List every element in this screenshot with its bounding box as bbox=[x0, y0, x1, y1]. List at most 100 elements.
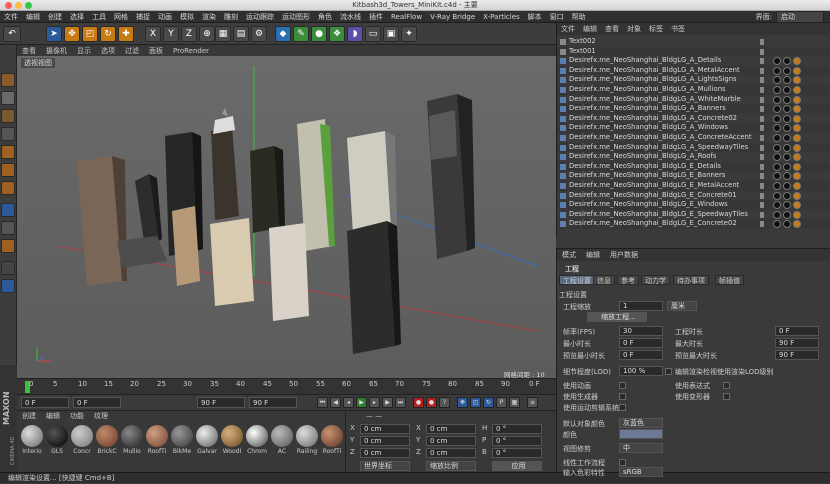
subdivision-surface-icon[interactable]: ● bbox=[311, 26, 327, 42]
object-row[interactable]: Desirefx.me_NeoShanghai_BldgLG_A_Concret… bbox=[557, 133, 830, 143]
material-swatch[interactable] bbox=[296, 425, 318, 447]
object-row[interactable]: Desirefx.me_NeoShanghai_BldgLG_A_LightsS… bbox=[557, 75, 830, 85]
visibility-dot[interactable] bbox=[760, 96, 764, 103]
objmgr-menu-file[interactable]: 文件 bbox=[557, 24, 579, 34]
project-scale-field[interactable]: 1 bbox=[619, 301, 663, 311]
material-tag-icon[interactable] bbox=[793, 114, 801, 123]
rotation-b-field[interactable]: 0 ° bbox=[492, 448, 542, 458]
linear-workflow-checkbox[interactable] bbox=[619, 459, 626, 466]
material-tag-icon[interactable] bbox=[783, 114, 791, 123]
use-generators-checkbox[interactable] bbox=[619, 393, 626, 400]
polygons-mode-icon[interactable] bbox=[1, 181, 15, 195]
texture-mode-icon[interactable] bbox=[1, 109, 15, 123]
material-tag-icon[interactable] bbox=[793, 191, 801, 200]
layout-dropdown[interactable]: 启动 bbox=[776, 10, 824, 23]
key-rotation-icon[interactable]: ↻ bbox=[483, 397, 494, 408]
recent-tool-icon[interactable]: ✚ bbox=[118, 26, 134, 42]
key-scale-icon[interactable]: ◰ bbox=[470, 397, 481, 408]
material-tag-icon[interactable] bbox=[783, 66, 791, 75]
visibility-dot[interactable] bbox=[760, 48, 764, 55]
material-tag-icon[interactable] bbox=[793, 153, 801, 162]
material-tag-icon[interactable] bbox=[783, 57, 791, 66]
material-tag-icon[interactable] bbox=[783, 191, 791, 200]
visibility-dot[interactable] bbox=[760, 192, 764, 199]
tab-reference[interactable]: 参考 bbox=[617, 275, 639, 285]
material-menu-function[interactable]: 功能 bbox=[65, 411, 89, 421]
material-swatch[interactable] bbox=[221, 425, 243, 447]
points-mode-icon[interactable] bbox=[1, 145, 15, 159]
rotate-tool-icon[interactable]: ↻ bbox=[100, 26, 116, 42]
objmgr-menu-view[interactable]: 查看 bbox=[601, 24, 623, 34]
material-swatch[interactable] bbox=[46, 425, 68, 447]
menu-mesh[interactable]: 网格 bbox=[110, 12, 132, 22]
enable-axis-icon[interactable] bbox=[1, 203, 15, 217]
menu-help[interactable]: 帮助 bbox=[568, 12, 590, 22]
visibility-dot[interactable] bbox=[760, 135, 764, 141]
default-object-color-dropdown[interactable]: 灰蓝色 bbox=[619, 418, 663, 428]
material-tag-icon[interactable] bbox=[773, 105, 781, 114]
menu-animate[interactable]: 动画 bbox=[154, 12, 176, 22]
material-tag-icon[interactable] bbox=[793, 162, 801, 171]
move-tool-icon[interactable]: ✥ bbox=[64, 26, 80, 42]
material-menu-texture[interactable]: 纹理 bbox=[89, 411, 113, 421]
material-tag-icon[interactable] bbox=[783, 124, 791, 133]
coord-mode-dropdown[interactable]: 世界坐标 bbox=[360, 461, 410, 471]
material-tag-icon[interactable] bbox=[793, 220, 801, 229]
sculpt-icon[interactable] bbox=[1, 261, 15, 275]
object-row[interactable]: Desirefx.me_NeoShanghai_BldgLG_E_Banners bbox=[557, 171, 830, 181]
visibility-dot[interactable] bbox=[760, 115, 764, 122]
edges-mode-icon[interactable] bbox=[1, 163, 15, 177]
tab-todo[interactable]: 待办事项 bbox=[673, 275, 709, 285]
material-tag-icon[interactable] bbox=[793, 66, 801, 75]
material-tag-icon[interactable] bbox=[783, 95, 791, 104]
material-tag-icon[interactable] bbox=[773, 191, 781, 200]
menu-edit[interactable]: 编辑 bbox=[22, 12, 44, 22]
material-swatch[interactable] bbox=[271, 425, 293, 447]
use-animation-checkbox[interactable] bbox=[619, 382, 626, 389]
material-swatch[interactable] bbox=[321, 425, 343, 447]
preview-min-field[interactable]: 0 F bbox=[619, 350, 663, 360]
visibility-dot[interactable] bbox=[760, 144, 764, 151]
material-tag-icon[interactable] bbox=[783, 143, 791, 152]
scale-project-button[interactable]: 缩放工程... bbox=[587, 312, 647, 322]
material-tag-icon[interactable] bbox=[773, 134, 781, 142]
material-tag-icon[interactable] bbox=[793, 201, 801, 210]
object-row[interactable]: Text001 bbox=[557, 46, 830, 57]
menu-select[interactable]: 选择 bbox=[66, 12, 88, 22]
material-tag-icon[interactable] bbox=[773, 66, 781, 75]
object-row[interactable]: Desirefx.me_NeoShanghai_BldgLG_E_Concret… bbox=[557, 219, 830, 229]
preview-max-field[interactable]: 90 F bbox=[775, 350, 819, 360]
visibility-dot[interactable] bbox=[760, 163, 764, 170]
material-tag-icon[interactable] bbox=[773, 76, 781, 85]
play-icon[interactable]: ▶ bbox=[356, 397, 367, 408]
y-axis-lock-icon[interactable]: Y bbox=[163, 26, 179, 42]
minimize-window-button[interactable] bbox=[15, 2, 22, 9]
material-tag-icon[interactable] bbox=[793, 124, 801, 133]
material-tag-icon[interactable] bbox=[783, 153, 791, 162]
close-window-button[interactable] bbox=[5, 2, 12, 9]
visibility-dot[interactable] bbox=[760, 211, 764, 218]
make-editable-icon[interactable] bbox=[1, 73, 15, 87]
objmgr-menu-objects[interactable]: 对象 bbox=[623, 24, 645, 34]
timeline-ruler[interactable]: 0 5 10 15 20 25 30 35 40 45 50 55 60 65 … bbox=[17, 378, 556, 394]
object-row[interactable]: Desirefx.me_NeoShanghai_BldgLG_A_WhiteMa… bbox=[557, 95, 830, 105]
material-swatch[interactable] bbox=[146, 425, 168, 447]
apply-button[interactable]: 应用 bbox=[492, 461, 542, 471]
material-swatch[interactable] bbox=[96, 425, 118, 447]
material-swatch[interactable] bbox=[196, 425, 218, 447]
project-time-field[interactable]: 0 F bbox=[775, 326, 819, 336]
viewport-menu-cameras[interactable]: 摄像机 bbox=[41, 46, 72, 56]
menu-file[interactable]: 文件 bbox=[0, 12, 22, 22]
snap-icon[interactable] bbox=[1, 239, 15, 253]
material-tag-icon[interactable] bbox=[783, 134, 791, 142]
view-clipping-dropdown[interactable]: 中 bbox=[619, 443, 663, 453]
object-row[interactable]: Desirefx.me_NeoShanghai_BldgLG_E_Windows bbox=[557, 200, 830, 210]
go-to-end-icon[interactable]: ⏭ bbox=[395, 397, 406, 408]
viewport-menu-panel[interactable]: 面板 bbox=[144, 46, 168, 56]
viewport-menu-options[interactable]: 选项 bbox=[96, 46, 120, 56]
next-key-icon[interactable]: ▶ bbox=[382, 397, 393, 408]
menu-motion-tracking[interactable]: 运动跟踪 bbox=[242, 12, 278, 22]
object-row[interactable]: Desirefx.me_NeoShanghai_BldgLG_E_Speedwa… bbox=[557, 210, 830, 220]
tab-dynamics[interactable]: 动力学 bbox=[641, 275, 670, 285]
size-mode-dropdown[interactable]: 缩放比例 bbox=[426, 461, 476, 471]
